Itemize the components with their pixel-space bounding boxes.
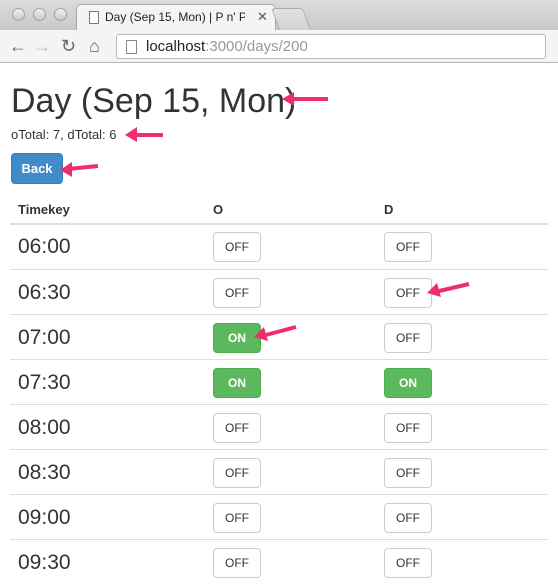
toggle-o-button[interactable]: OFF (213, 503, 261, 533)
timekey-cell: 07:30 (18, 371, 71, 394)
toggle-d-button[interactable]: OFF (384, 548, 432, 578)
header-timekey: Timekey (18, 202, 70, 217)
toggle-d-button[interactable]: OFF (384, 323, 432, 353)
forward-arrow-icon[interactable]: → (33, 35, 51, 57)
back-arrow-icon[interactable]: ← (9, 35, 27, 57)
browser-tab[interactable]: Day (Sep 15, Mon) | P n' P ✕ (76, 4, 276, 30)
close-tab-icon[interactable]: ✕ (257, 9, 268, 25)
timekey-cell: 09:00 (18, 506, 71, 529)
table-row: 08:30 OFF OFF (10, 449, 548, 494)
table-row: 06:00 OFF OFF (10, 224, 548, 269)
window-close-button[interactable] (12, 8, 25, 21)
reload-icon[interactable]: ↻ (61, 35, 76, 57)
page-title: Day (Sep 15, Mon) (11, 82, 297, 120)
back-button[interactable]: Back (11, 153, 63, 184)
browser-titlebar: Day (Sep 15, Mon) | P n' P ✕ (0, 0, 558, 30)
table-row: 07:30 ON ON (10, 359, 548, 404)
toggle-d-button[interactable]: OFF (384, 413, 432, 443)
timekey-cell: 09:30 (18, 551, 71, 574)
toggle-d-button[interactable]: ON (384, 368, 432, 398)
url-path: :3000/days/200 (205, 38, 308, 55)
tab-title: Day (Sep 15, Mon) | P n' P (105, 10, 245, 24)
page-icon (126, 40, 137, 54)
timekey-cell: 06:00 (18, 235, 71, 258)
annotation-arrow-icon (60, 162, 99, 177)
table-row: 06:30 OFF OFF (10, 269, 548, 314)
header-o: O (213, 202, 224, 217)
toggle-o-button[interactable]: OFF (213, 548, 261, 578)
table-row: 09:00 OFF OFF (10, 494, 548, 539)
toggle-d-button[interactable]: OFF (384, 278, 432, 308)
toggle-o-button[interactable]: OFF (213, 278, 261, 308)
table-row: 09:30 OFF OFF (10, 539, 548, 584)
page-icon (89, 11, 99, 24)
timekey-cell: 08:00 (18, 416, 71, 439)
table-row: 08:00 OFF OFF (10, 404, 548, 449)
table-row: 07:00 ON OFF (10, 314, 548, 359)
url-text: localhost:3000/days/200 (146, 38, 308, 55)
home-icon[interactable]: ⌂ (89, 35, 100, 57)
new-tab-button[interactable] (270, 8, 312, 30)
toggle-d-button[interactable]: OFF (384, 458, 432, 488)
timekey-cell: 07:00 (18, 326, 71, 349)
toggle-d-button[interactable]: OFF (384, 232, 432, 262)
timekey-cell: 06:30 (18, 281, 71, 304)
toggle-o-button[interactable]: OFF (213, 413, 261, 443)
toggle-o-button[interactable]: ON (213, 323, 261, 353)
timekey-cell: 08:30 (18, 461, 71, 484)
url-host: localhost (146, 38, 206, 55)
browser-toolbar: ← → ↻ ⌂ localhost:3000/days/200 (0, 30, 558, 63)
window-zoom-button[interactable] (54, 8, 67, 21)
address-bar[interactable]: localhost:3000/days/200 (116, 34, 546, 59)
totals-text: oTotal: 7, dTotal: 6 (11, 127, 117, 142)
annotation-arrow-icon (125, 127, 163, 142)
page-content: Day (Sep 15, Mon) oTotal: 7, dTotal: 6 B… (0, 64, 558, 588)
toggle-o-button[interactable]: OFF (213, 458, 261, 488)
toggle-o-button[interactable]: ON (213, 368, 261, 398)
window-minimize-button[interactable] (33, 8, 46, 21)
header-d: D (384, 202, 394, 217)
toggle-d-button[interactable]: OFF (384, 503, 432, 533)
toggle-o-button[interactable]: OFF (213, 232, 261, 262)
